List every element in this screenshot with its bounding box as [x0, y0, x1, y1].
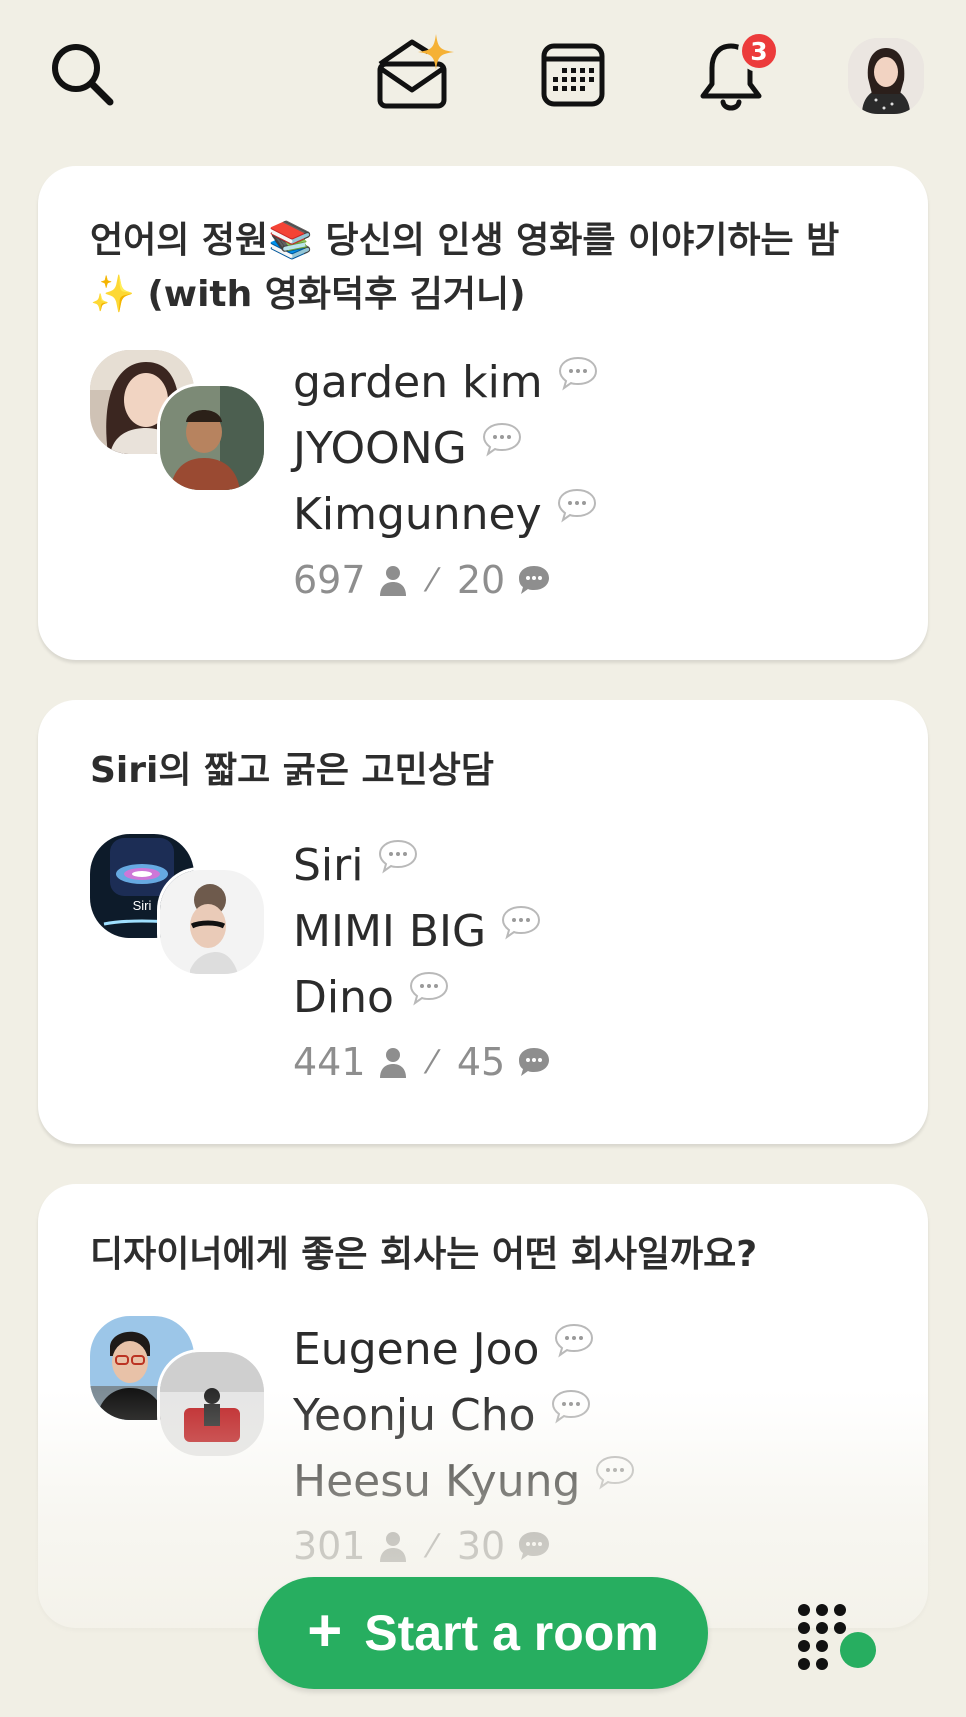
speaker-row[interactable]: Heesu Kyung: [293, 1448, 636, 1514]
speaker-name: Kimgunney: [293, 488, 542, 540]
listener-count: 441: [293, 1040, 366, 1084]
room-stats: 441 ⁄ 45: [293, 1040, 551, 1084]
speaker-name: Heesu Kyung: [293, 1455, 581, 1507]
speaking-bubble-icon: [555, 1323, 594, 1358]
speaker-count: 45: [456, 1040, 506, 1084]
room-title: 언어의 정원📚 당신의 인생 영화를 이야기하는 밤 ✨ (with 영화덕후 …: [90, 220, 840, 315]
speaker-row[interactable]: Dino: [293, 964, 542, 1030]
search-icon[interactable]: [48, 40, 118, 110]
speaker-row[interactable]: Eugene Joo: [293, 1316, 636, 1382]
room-card[interactable]: 디자이너에게 좋은 회사는 어떤 회사일까요? Eugene Joo Yeonj…: [38, 1184, 928, 1628]
speaking-bubble-icon: [596, 1455, 635, 1490]
divider-slash: ⁄: [429, 561, 435, 599]
speaker-row[interactable]: MIMI BIG: [293, 898, 542, 964]
room-card[interactable]: Siri의 짧고 굵은 고민상담 Siri Siri MIMI BIG Dino…: [38, 700, 928, 1144]
speaking-bubble-icon: [558, 356, 597, 391]
listener-count: 697: [293, 558, 366, 602]
speaker-name: MIMI BIG: [293, 905, 487, 957]
speaking-bubble-icon: [409, 971, 448, 1006]
invite-envelope-icon[interactable]: [374, 28, 464, 112]
speaking-bubble-icon: [557, 488, 596, 523]
divider-slash: ⁄: [429, 1527, 435, 1565]
start-room-button[interactable]: + Start a room: [258, 1577, 708, 1689]
speaker-row[interactable]: Yeonju Cho: [293, 1382, 636, 1448]
speaker-row[interactable]: JYOONG: [293, 415, 599, 481]
room-card[interactable]: 언어의 정원📚 당신의 인생 영화를 이야기하는 밤 ✨ (with 영화덕후 …: [38, 166, 928, 660]
notification-badge: 3: [738, 30, 780, 72]
speaking-bubble-icon: [502, 905, 541, 940]
listener-count: 301: [293, 1524, 366, 1568]
speaking-bubble-icon: [379, 839, 418, 874]
room-stats: 697 ⁄ 20: [293, 558, 551, 602]
speaker-name: Dino: [293, 971, 394, 1023]
speaker-count: 20: [456, 558, 506, 602]
speaker-avatar: [160, 870, 264, 974]
person-icon: [379, 1532, 406, 1562]
speaker-name: Yeonju Cho: [293, 1389, 536, 1441]
speaker-count: 30: [456, 1524, 506, 1568]
room-title: Siri의 짧고 굵은 고민상담: [90, 750, 495, 791]
speaker-row[interactable]: Kimgunney: [293, 481, 599, 547]
room-title: 디자이너에게 좋은 회사는 어떤 회사일까요?: [90, 1234, 758, 1275]
start-room-label: Start a room: [364, 1605, 659, 1661]
calendar-icon[interactable]: [540, 42, 606, 108]
speaker-name: garden kim: [293, 356, 543, 408]
speaker-list: Eugene Joo Yeonju Cho Heesu Kyung: [293, 1316, 636, 1514]
speaker-name: Siri: [293, 839, 364, 891]
speaker-name: Eugene Joo: [293, 1323, 540, 1375]
chat-bubble-icon: [519, 1048, 550, 1076]
siri-avatar-label: Siri: [133, 898, 152, 913]
person-icon: [379, 1048, 406, 1078]
speaker-avatar: [160, 386, 264, 490]
speaker-name: JYOONG: [293, 422, 467, 474]
chat-bubble-icon: [519, 566, 550, 594]
person-icon: [379, 566, 406, 596]
speaking-bubble-icon: [551, 1389, 590, 1424]
online-friends-grid-icon[interactable]: [796, 1602, 880, 1672]
speaker-avatar: [160, 1352, 264, 1456]
plus-icon: +: [307, 1596, 343, 1664]
speaker-row[interactable]: Siri: [293, 832, 542, 898]
speaker-list: Siri MIMI BIG Dino: [293, 832, 542, 1030]
profile-avatar[interactable]: [848, 38, 924, 114]
speaker-row[interactable]: garden kim: [293, 349, 599, 415]
speaking-bubble-icon: [482, 422, 521, 457]
chat-bubble-icon: [519, 1532, 550, 1560]
top-bar: 3: [0, 0, 966, 150]
speaker-list: garden kim JYOONG Kimgunney: [293, 349, 599, 547]
room-stats: 301 ⁄ 30: [293, 1524, 551, 1568]
divider-slash: ⁄: [429, 1043, 435, 1081]
